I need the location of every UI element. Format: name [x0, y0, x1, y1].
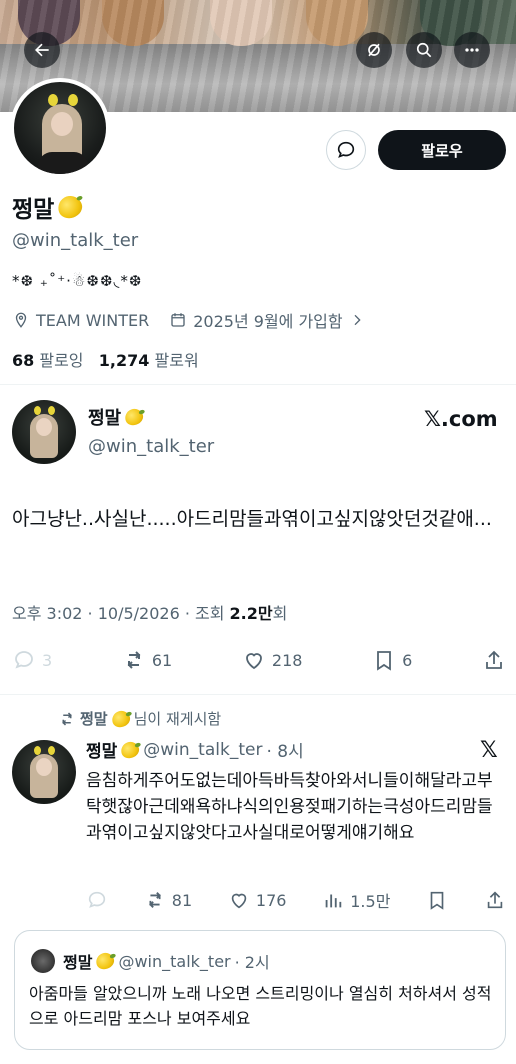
bookmark-action[interactable]: 6	[372, 648, 412, 672]
tweet-header: 쩡말 @win_talk_ter · 8시	[86, 738, 304, 762]
lemon-emoji-icon	[122, 406, 146, 428]
quoted-avatar	[31, 949, 55, 973]
repost-icon	[127, 651, 141, 669]
heart-icon	[245, 653, 262, 670]
reply-icon	[88, 891, 106, 908]
message-button[interactable]	[326, 130, 366, 170]
profile-handle: @win_talk_ter	[12, 230, 139, 251]
profile-meta: TEAM WINTER 2025년 9월에 가입함	[12, 308, 365, 332]
share-action[interactable]	[484, 889, 506, 911]
repost-icon	[148, 892, 161, 908]
search-icon	[416, 42, 432, 58]
like-action[interactable]: 176	[228, 889, 286, 911]
share-icon	[486, 650, 502, 669]
more-icon	[465, 48, 479, 52]
mute-button[interactable]	[356, 32, 392, 68]
tweet-avatar[interactable]	[12, 740, 76, 804]
arrow-left-icon	[35, 43, 49, 57]
tweet-text: 음침하게주어도없는데아득바득찾아와서니들이해달라고부탁햇잖아근데왜욕하냐식의인용…	[86, 771, 493, 843]
profile-name: 쩡말	[12, 190, 86, 224]
like-action[interactable]: 218	[242, 648, 302, 672]
eye-off-icon	[368, 43, 380, 57]
quoted-header: 쩡말 @win_talk_ter · 2시	[63, 950, 270, 972]
more-button[interactable]	[454, 32, 490, 68]
post-timestamp: 오후 3:02 · 10/5/2026 · 조회 2.2만회	[12, 604, 288, 623]
follow-stats: 68 팔로잉 1,274 팔로워	[12, 347, 199, 371]
reply-icon	[15, 651, 33, 669]
heart-icon	[231, 893, 247, 909]
location-pin-icon	[15, 312, 27, 328]
bookmark-icon	[430, 891, 444, 910]
chat-bubble-icon	[337, 141, 355, 158]
profile-joined: 2025년 9월에 가입함	[193, 312, 343, 331]
post-author-handle: @win_talk_ter	[88, 436, 215, 457]
xcom-label: 𝕏.com	[424, 407, 498, 431]
tweet-actions: 81 176 1.5만	[86, 888, 506, 912]
post-avatar[interactable]	[12, 400, 76, 464]
profile-bio: *❆ ₊˚⁺‧☃❆❆◟*❆	[12, 272, 143, 290]
reply-action[interactable]: 3	[12, 648, 52, 672]
lemon-emoji-icon	[94, 950, 117, 972]
following-link[interactable]: 68 팔로잉	[12, 351, 84, 370]
post-actions: 3 61 218 6	[12, 648, 506, 672]
lemon-emoji-icon	[119, 738, 142, 761]
post-text: 아그냥난..사실난.....아드리맘들과엮이고싶지않앗던것같애...	[12, 508, 492, 530]
bar-chart-icon	[325, 894, 342, 908]
bookmark-action[interactable]	[426, 889, 448, 911]
share-icon	[487, 891, 503, 909]
repost-action[interactable]: 81	[144, 889, 192, 911]
profile-location: TEAM WINTER	[36, 310, 150, 330]
quoted-text: 아줌마들 알았으니까 노래 나오면 스트리밍이나 열심히 처하셔서 성적으로 아…	[29, 984, 492, 1028]
follow-button[interactable]: 팔로우	[378, 130, 506, 170]
lemon-emoji-icon	[55, 192, 86, 222]
lemon-emoji-icon	[109, 707, 132, 730]
share-action[interactable]	[482, 648, 506, 672]
followers-link[interactable]: 1,274 팔로워	[99, 351, 199, 370]
repost-icon	[62, 711, 72, 726]
profile-avatar[interactable]	[10, 78, 110, 178]
quoted-tweet-card[interactable]: 쩡말 @win_talk_ter · 2시 아줌마들 알았으니까 노래 나오면 …	[14, 930, 506, 1050]
repost-action[interactable]: 61	[122, 648, 172, 672]
calendar-icon	[171, 313, 185, 327]
x-logo-icon: 𝕏	[480, 738, 498, 763]
repost-indicator: 쩡말 님이 재게시함	[58, 707, 221, 730]
divider	[0, 384, 516, 385]
post-author-name: 쩡말	[88, 404, 146, 430]
profile-name-text: 쩡말	[12, 197, 55, 223]
search-button[interactable]	[406, 32, 442, 68]
divider	[0, 694, 516, 695]
views-action[interactable]: 1.5만	[322, 888, 390, 912]
back-button[interactable]	[24, 32, 60, 68]
bookmark-icon	[377, 651, 392, 671]
reply-action[interactable]	[86, 889, 108, 911]
chevron-right-icon[interactable]	[349, 312, 365, 328]
